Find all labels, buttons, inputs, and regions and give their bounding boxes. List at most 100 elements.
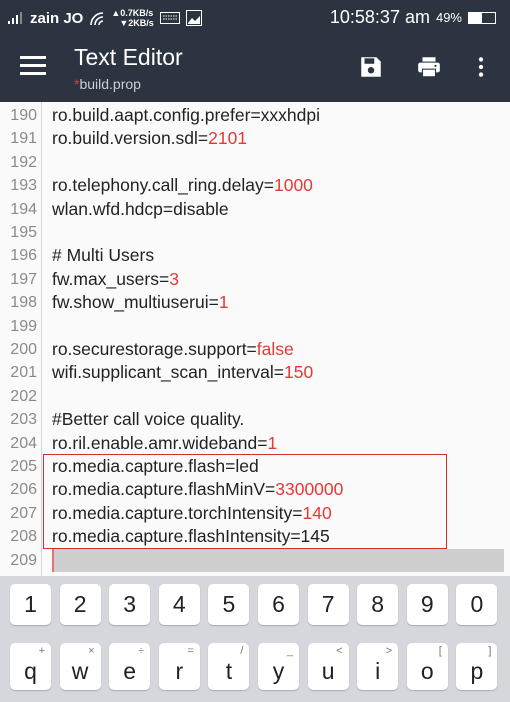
menu-icon[interactable] — [20, 56, 46, 80]
key-u[interactable]: u < — [307, 643, 349, 690]
key-label: r — [175, 658, 184, 684]
key-w[interactable]: w × — [59, 643, 101, 690]
key-label: 4 — [172, 591, 186, 617]
key-label: t — [225, 658, 233, 684]
key-label: 5 — [222, 591, 236, 617]
code-line[interactable]: 209 — [0, 549, 510, 572]
code-line[interactable]: 202 — [0, 385, 510, 408]
code-line[interactable]: 194 wlan.wfd.hdcp=disable — [0, 198, 510, 221]
code-line[interactable]: 195 — [0, 221, 510, 244]
line-text: fw.show_multiuserui=1 — [52, 291, 229, 314]
line-key: wlan.wfd.hdcp=disable — [52, 198, 229, 219]
line-number: 198 — [10, 294, 37, 312]
line-text: fw.max_users=3 — [52, 268, 179, 291]
code-line[interactable]: 193 ro.telephony.call_ring.delay=1000 — [0, 174, 510, 197]
key-secondary: [ — [438, 645, 442, 657]
key-label: 7 — [321, 591, 335, 617]
key-label: 9 — [420, 591, 434, 617]
key-secondary: = — [187, 645, 194, 657]
image-icon — [185, 10, 202, 26]
line-value: false — [256, 339, 294, 359]
line-number: 199 — [10, 317, 37, 335]
line-number: 191 — [10, 130, 37, 148]
key-6[interactable]: 6 — [258, 584, 299, 625]
key-2[interactable]: 2 — [59, 584, 101, 625]
line-number: 206 — [10, 481, 37, 499]
key-label: 3 — [123, 591, 137, 617]
key-o[interactable]: o[ — [406, 643, 448, 690]
key-label: o — [420, 658, 434, 684]
key-4[interactable]: 4 — [158, 584, 200, 625]
key-secondary: + — [38, 645, 45, 657]
line-value: 2101 — [208, 128, 248, 149]
key-secondary: > — [385, 645, 393, 657]
line-value: 1000 — [273, 175, 313, 196]
code-line[interactable]: 203 #Better call voice quality. — [0, 408, 510, 431]
code-line[interactable]: 200 ro.securestorage.support=false — [0, 338, 510, 361]
line-key: fw.max_users= — [52, 268, 170, 289]
more-vert-icon[interactable] — [468, 54, 494, 80]
file-name: *build.prop — [74, 76, 141, 92]
key-3[interactable]: 3 — [109, 584, 151, 625]
line-value: 1 — [218, 292, 229, 313]
code-line[interactable]: 191 ro.build.version.sdl=2101 — [0, 127, 510, 150]
keyboard: 1234567890 q + w × e ÷ r = t / y _ u < i > o[p] — [0, 576, 510, 702]
key-5[interactable]: 5 — [208, 584, 250, 625]
code-line[interactable]: 196 # Multi Users — [0, 244, 510, 267]
line-text: #Better call voice quality. — [52, 408, 244, 431]
line-key: # Multi Users — [52, 245, 155, 266]
key-label: 1 — [24, 591, 37, 617]
line-value: 150 — [284, 362, 314, 383]
line-number: 204 — [10, 434, 37, 452]
line-key: fw.show_multiuserui= — [52, 292, 219, 313]
app-title: Text Editor — [74, 44, 183, 70]
line-text: wifi.supplicant_scan_interval=150 — [52, 361, 313, 384]
key-p[interactable]: p] — [456, 643, 498, 690]
code-line[interactable]: 197 fw.max_users=3 — [0, 268, 510, 291]
key-q[interactable]: q + — [10, 643, 51, 690]
key-r[interactable]: r = — [158, 643, 200, 690]
line-number: 205 — [10, 458, 37, 475]
highlight-box — [43, 454, 447, 549]
status-bar: zain JO ▲0.7KB/s ▼2KB/s 10:58:37 am 49% — [0, 0, 510, 34]
line-number: 192 — [10, 153, 37, 171]
key-secondary: < — [336, 645, 343, 657]
line-text: ro.ril.enable.amr.wideband=1 — [52, 432, 277, 455]
signal-icon — [8, 12, 22, 24]
print-icon[interactable] — [416, 54, 442, 80]
key-e[interactable]: e ÷ — [109, 643, 151, 690]
code-line[interactable]: 192 — [0, 151, 510, 174]
key-1[interactable]: 1 — [10, 584, 51, 625]
line-number: 190 — [10, 107, 37, 124]
line-key: #Better call voice quality. — [52, 409, 245, 430]
key-secondary: / — [240, 645, 244, 657]
key-7[interactable]: 7 — [307, 584, 349, 625]
line-value: 1 — [267, 432, 278, 453]
code-editor[interactable]: 190 ro.build.aapt.config.prefer=xxxhdpi 19… — [0, 102, 510, 576]
code-line[interactable]: 199 — [0, 315, 510, 338]
code-line[interactable]: 190 ro.build.aapt.config.prefer=xxxhdpi — [0, 104, 510, 127]
key-label: e — [123, 658, 137, 684]
key-secondary: × — [88, 645, 95, 657]
key-0[interactable]: 0 — [456, 584, 498, 625]
key-8[interactable]: 8 — [357, 584, 399, 625]
key-label: 8 — [371, 591, 385, 617]
upload-speed: ▲0.7KB/s — [111, 8, 154, 18]
code-line[interactable]: 201 wifi.supplicant_scan_interval=150 — [0, 361, 510, 384]
line-number: 194 — [10, 200, 37, 218]
line-number: 201 — [10, 364, 37, 382]
code-line[interactable]: 198 fw.show_multiuserui=1 — [0, 291, 510, 314]
app-toolbar: Text Editor *build.prop — [0, 34, 510, 102]
line-key: ro.securestorage.support= — [52, 339, 257, 359]
key-secondary: ] — [488, 645, 492, 657]
line-text: wlan.wfd.hdcp=disable — [52, 198, 229, 221]
save-icon[interactable] — [358, 54, 384, 80]
line-text: ro.securestorage.support=false — [52, 338, 294, 361]
key-9[interactable]: 9 — [406, 584, 448, 625]
key-i[interactable]: i > — [357, 643, 399, 690]
code-line[interactable]: 204 ro.ril.enable.amr.wideband=1 — [0, 432, 510, 455]
key-t[interactable]: t / — [208, 643, 250, 690]
clock: 10:58:37 am — [329, 7, 430, 27]
line-number: 202 — [10, 387, 37, 405]
key-y[interactable]: y _ — [258, 643, 299, 690]
